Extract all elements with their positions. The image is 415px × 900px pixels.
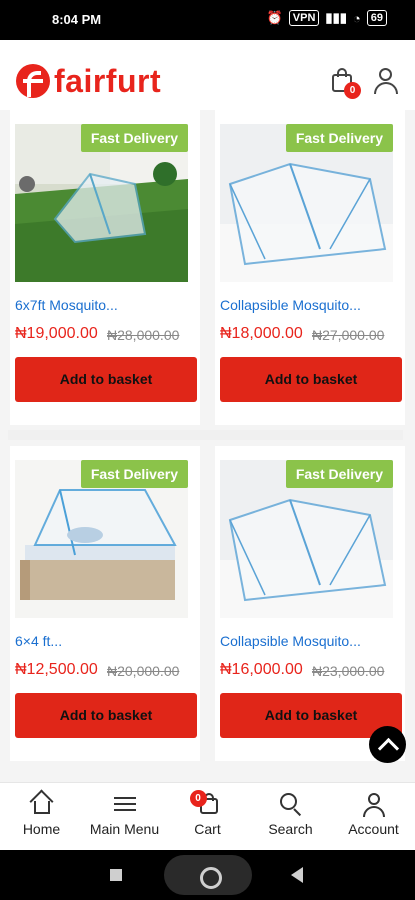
product-card[interactable]: Fast Delivery Collapsible Mosquito... ₦1…: [215, 446, 405, 761]
fast-delivery-tag: Fast Delivery: [80, 460, 188, 488]
product-card[interactable]: Fast Delivery 6x7ft Mosquito... ₦19,000.…: [10, 110, 200, 425]
add-to-basket-button[interactable]: Add to basket: [220, 357, 402, 402]
row-divider: [8, 430, 403, 440]
nav-cart[interactable]: 0 Cart: [166, 783, 249, 850]
brand-name: fairfurt: [54, 63, 162, 99]
product-card[interactable]: Fast Delivery 6×4 ft... ₦12,500.00 ₦20,0…: [10, 446, 200, 761]
product-name[interactable]: 6x7ft Mosquito...: [15, 297, 118, 313]
alarm-icon: ⏰: [266, 10, 283, 25]
search-icon: [279, 793, 303, 817]
user-icon: [379, 68, 392, 81]
app-header: fairfurt 0: [0, 40, 415, 110]
menu-icon: [113, 793, 136, 815]
home-icon: [28, 789, 54, 814]
cart-count-badge: 0: [344, 82, 361, 99]
product-old-price: ₦23,000.00: [312, 663, 385, 679]
vpn-icon: VPN: [288, 10, 320, 26]
product-price: ₦19,000.00: [15, 325, 98, 342]
status-icons: ⏰ VPN ▮▮▮ ◔ 69: [267, 10, 387, 26]
fast-delivery-tag: Fast Delivery: [80, 124, 188, 152]
signal-icon: ▮▮▮: [325, 10, 347, 25]
product-image[interactable]: Fast Delivery: [15, 460, 188, 618]
nav-cart-badge: 0: [189, 790, 207, 807]
product-old-price: ₦28,000.00: [107, 327, 180, 343]
product-image[interactable]: Fast Delivery: [15, 124, 188, 282]
product-image[interactable]: Fast Delivery: [220, 460, 393, 618]
add-to-basket-button[interactable]: Add to basket: [15, 693, 197, 738]
add-to-basket-button[interactable]: Add to basket: [15, 357, 197, 402]
account-icon: [362, 793, 386, 817]
wifi-icon: ◔: [352, 10, 361, 26]
scroll-to-top-button[interactable]: [369, 726, 406, 763]
status-bar: 8:04 PM ⏰ VPN ▮▮▮ ◔ 69: [0, 0, 415, 40]
user-icon-body: [374, 82, 398, 94]
brand-logo[interactable]: fairfurt: [16, 64, 161, 98]
product-name[interactable]: 6×4 ft...: [15, 633, 62, 649]
nav-label: Cart: [194, 821, 221, 837]
nav-label: Home: [22, 821, 61, 837]
header-cart-button[interactable]: 0: [330, 68, 361, 99]
logo-mark-icon: [16, 64, 50, 98]
product-price: ₦12,500.00: [15, 661, 98, 678]
nav-label: Account: [348, 821, 399, 837]
product-name[interactable]: Collapsible Mosquito...: [220, 633, 361, 649]
product-price: ₦18,000.00: [220, 325, 303, 342]
nav-main-menu[interactable]: Main Menu: [83, 783, 166, 850]
nav-home[interactable]: Home: [0, 783, 83, 850]
recents-button[interactable]: [110, 869, 122, 881]
product-old-price: ₦20,000.00: [107, 663, 180, 679]
nav-label: Main Menu: [89, 821, 160, 837]
fast-delivery-tag: Fast Delivery: [285, 460, 393, 488]
status-time: 8:04 PM: [52, 12, 102, 27]
product-price: ₦16,000.00: [220, 661, 303, 678]
header-account-button[interactable]: [373, 68, 399, 96]
product-grid[interactable]: Fast Delivery 6x7ft Mosquito... ₦19,000.…: [0, 110, 415, 782]
home-button[interactable]: [164, 855, 252, 895]
fast-delivery-tag: Fast Delivery: [285, 124, 393, 152]
nav-label: Search: [268, 821, 313, 837]
system-nav-bar: [0, 850, 415, 900]
product-card[interactable]: Fast Delivery Collapsible Mosquito... ₦1…: [215, 110, 405, 425]
product-name[interactable]: Collapsible Mosquito...: [220, 297, 361, 313]
cart-icon: 0: [189, 790, 220, 815]
nav-search[interactable]: Search: [249, 783, 332, 850]
battery-icon: 69: [366, 10, 387, 26]
bottom-nav: Home Main Menu 0 Cart Search Account: [0, 782, 415, 850]
product-old-price: ₦27,000.00: [312, 327, 385, 343]
back-button[interactable]: [291, 867, 303, 883]
product-image[interactable]: Fast Delivery: [220, 124, 393, 282]
nav-account[interactable]: Account: [332, 783, 415, 850]
